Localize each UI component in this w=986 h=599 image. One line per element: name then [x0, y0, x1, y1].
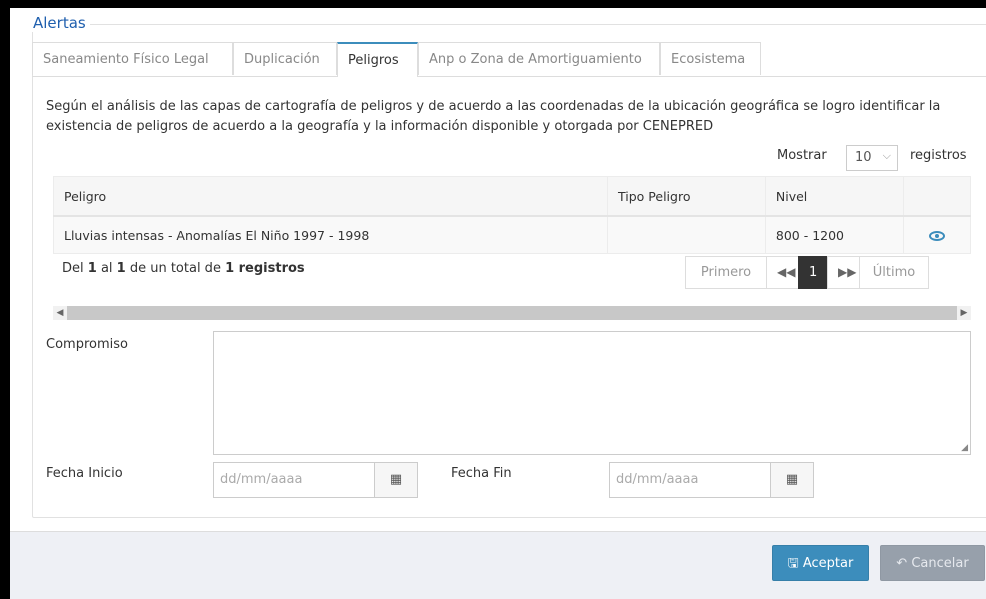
aceptar-label: Aceptar [802, 556, 854, 571]
tab-bar: Saneamiento Físico Legal Duplicación Pel… [32, 42, 986, 77]
info-to: 1 [116, 261, 126, 276]
horizontal-scrollbar[interactable]: ◀ ▶ [53, 306, 971, 320]
fecha-fin-placeholder: dd/mm/aaaa [616, 472, 699, 487]
calendar-icon[interactable]: ▦ [374, 463, 417, 497]
info-text: al [96, 261, 117, 276]
tab-ecosistema[interactable]: Ecosistema [660, 42, 761, 75]
calendar-icon[interactable]: ▦ [770, 463, 813, 497]
eye-icon[interactable] [928, 231, 945, 241]
info-from: 1 [87, 261, 97, 276]
dialog-window: Alertas Saneamiento Físico Legal Duplica… [10, 0, 986, 599]
aceptar-button[interactable]: 🖫 Aceptar [772, 545, 869, 581]
cancelar-button[interactable]: ↶ Cancelar [880, 545, 985, 581]
scroll-left-icon[interactable]: ◀ [53, 306, 67, 320]
tab-duplicacion[interactable]: Duplicación [233, 42, 337, 75]
resize-grip-icon[interactable]: ◢ [961, 443, 968, 453]
length-suffix: registros [910, 148, 967, 163]
peligros-description: Según el análisis de las capas de cartog… [46, 99, 941, 134]
pager-last-button[interactable]: Último [859, 256, 929, 289]
save-icon: 🖫 [787, 556, 799, 571]
page-length-select[interactable]: 10 ⌵ [846, 145, 898, 171]
fecha-fin-label: Fecha Fin [451, 466, 512, 481]
pager-first-button[interactable]: Primero [685, 256, 767, 289]
pager-prev-icon[interactable]: ◀◀ [766, 256, 799, 289]
tab-bar-divider [32, 76, 986, 77]
pager-page-1[interactable]: 1 [798, 256, 828, 289]
header-peligro[interactable]: Peligro [52, 176, 609, 217]
cell-peligro: Lluvias intensas - Anomalías El Niño 199… [52, 215, 609, 254]
fecha-inicio-field[interactable]: dd/mm/aaaa ▦ [213, 462, 418, 498]
header-nivel[interactable]: Nivel [764, 176, 904, 217]
cancelar-label: Cancelar [911, 556, 969, 571]
compromiso-label: Compromiso [46, 337, 128, 352]
tab-anp[interactable]: Anp o Zona de Amortiguamiento [418, 42, 660, 75]
table-info: Del 1 al 1 de un total de 1 registros [62, 261, 305, 276]
pagination: Primero ◀◀ 1 ▶▶ Último [685, 256, 929, 289]
tab-saneamiento[interactable]: Saneamiento Físico Legal [32, 42, 233, 75]
fecha-fin-field[interactable]: dd/mm/aaaa ▦ [609, 462, 814, 498]
info-total: 1 registros [225, 261, 305, 276]
header-tipo-peligro[interactable]: Tipo Peligro [607, 176, 766, 217]
compromiso-textarea[interactable]: ◢ [213, 331, 971, 455]
page-length-value: 10 [855, 150, 872, 165]
fecha-inicio-placeholder: dd/mm/aaaa [220, 472, 303, 487]
info-text: Del [62, 261, 88, 276]
fecha-inicio-label: Fecha Inicio [46, 466, 123, 481]
scroll-right-icon[interactable]: ▶ [957, 306, 971, 320]
length-prefix: Mostrar [777, 148, 827, 163]
header-actions [902, 176, 972, 217]
chevron-down-icon: ⌵ [882, 149, 891, 162]
cell-tipo-peligro [607, 215, 766, 254]
tab-peligros[interactable]: Peligros [337, 42, 418, 77]
table-header-row: Peligro Tipo Peligro Nivel [52, 176, 972, 217]
info-text: de un total de [125, 261, 226, 276]
table-row: Lluvias intensas - Anomalías El Niño 199… [52, 215, 972, 254]
cell-action [902, 215, 972, 254]
pager-next-icon[interactable]: ▶▶ [827, 256, 860, 289]
top-border [10, 0, 986, 8]
cell-nivel: 800 - 1200 [764, 215, 904, 254]
peligros-table: Peligro Tipo Peligro Nivel Lluvias inten… [52, 176, 972, 254]
alerts-legend: Alertas [31, 14, 90, 32]
undo-icon: ↶ [896, 556, 908, 571]
